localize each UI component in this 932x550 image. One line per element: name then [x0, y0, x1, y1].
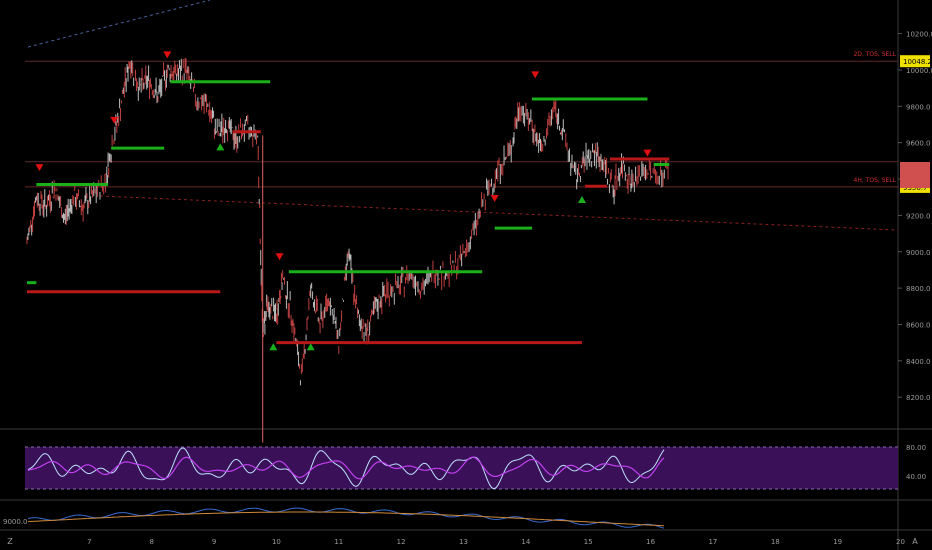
level-label: 4H, TOS, SELL: [854, 177, 897, 184]
trading-chart[interactable]: { "chart_data": { "type": "candlestick",…: [0, 0, 932, 550]
time-tick-label: 15: [584, 538, 593, 546]
lower-trend-line: [27, 511, 665, 527]
lower-pane: [27, 507, 665, 529]
time-tick-label: 20: [896, 538, 905, 546]
sell-signal-marker: [531, 71, 540, 79]
time-tick-label: 13: [459, 538, 468, 546]
current-price-tag: [900, 162, 930, 188]
buy-signal-marker: [216, 143, 225, 151]
price-tick-label: 9000.0: [906, 249, 931, 257]
sell-signal-marker: [163, 51, 172, 59]
price-series: [26, 57, 669, 443]
sell-signal-marker: [490, 195, 499, 203]
time-tick-label: 8: [149, 538, 153, 546]
price-tick-label: 9800.0: [906, 103, 931, 111]
time-tick-label: 11: [334, 538, 343, 546]
upper-trendline: [27, 0, 211, 48]
oscillator-tick-label: 40.00: [906, 473, 926, 481]
buy-signal-marker: [269, 343, 278, 351]
lower-trendline: [99, 195, 899, 231]
chart-canvas[interactable]: 2D, TOS, SELL 4H, TOS, SELL 10200.0 10000.…: [0, 0, 932, 550]
price-tick-label: 9600.0: [906, 140, 931, 148]
price-tick-label: 8400.0: [906, 358, 931, 366]
time-tick-label: 18: [771, 538, 780, 546]
oscillator-pane: [25, 446, 898, 490]
time-tick-label: 16: [646, 538, 655, 546]
sell-signal-marker: [35, 164, 44, 172]
time-tick-label: 19: [833, 538, 842, 546]
buy-signal-marker: [306, 343, 315, 351]
price-tick-label: 10200.0: [906, 31, 932, 39]
price-tick-label: 8200.0: [906, 394, 931, 402]
signal-markers: [35, 51, 652, 351]
trendlines: [27, 0, 899, 231]
time-tick-label: 9: [212, 538, 216, 546]
buy-signal-marker: [577, 196, 586, 204]
support-resistance-lines: [27, 80, 670, 345]
price-tick-label: 10000.0: [906, 67, 932, 75]
time-tick-label: 7: [87, 538, 91, 546]
price-tag-label: 10048.2: [903, 58, 932, 66]
time-axis[interactable]: 7 8 9 10 11 12 13 14 15 16 17 18 19 20 Z A: [7, 537, 918, 546]
zoom-button[interactable]: Z: [7, 537, 13, 546]
lower-series-line: [27, 507, 665, 529]
sell-signal-marker: [275, 253, 284, 261]
price-tick-label: 8800.0: [906, 285, 931, 293]
horizontal-levels: 2D, TOS, SELL 4H, TOS, SELL: [25, 51, 898, 188]
level-label: 2D, TOS, SELL: [853, 51, 896, 58]
auto-scale-button[interactable]: A: [912, 537, 918, 546]
oscillator-tick-label: 80.00: [906, 444, 926, 452]
sell-signal-marker: [643, 149, 652, 157]
time-tick-label: 17: [708, 538, 717, 546]
price-tick-label: 8600.0: [906, 321, 931, 329]
time-tick-label: 10: [272, 538, 281, 546]
price-tick-label: 9200.0: [906, 212, 931, 220]
time-tick-label: 12: [397, 538, 406, 546]
time-tick-label: 14: [521, 538, 530, 546]
lower-pane-tick-label: 9000.0: [3, 518, 28, 526]
oscillator-band: [25, 447, 898, 489]
